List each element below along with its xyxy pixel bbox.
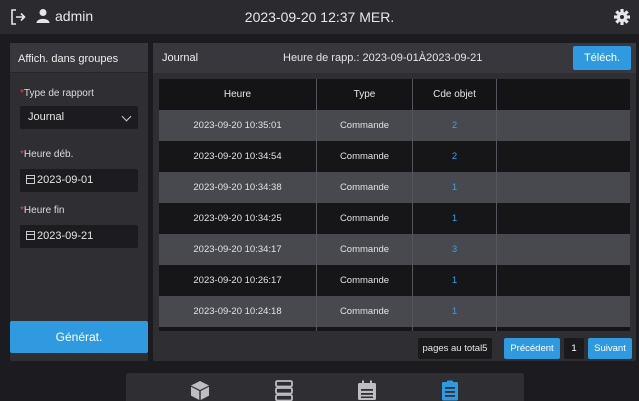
table-row[interactable]: 2023-09-20 10:34:25 Commande 1 xyxy=(159,203,630,234)
calendar-icon xyxy=(26,231,35,240)
table-header: Heure Type Cde objet xyxy=(159,79,630,110)
object-link[interactable]: 2 xyxy=(413,141,497,172)
column-header-extra xyxy=(497,79,630,110)
report-header: Journal Heure de rapp.: 2023-09-01À2023-… xyxy=(153,43,636,73)
datetime: 2023-09-20 12:37 MER. xyxy=(244,9,395,25)
calendar-icon[interactable] xyxy=(357,380,377,401)
chevron-down-icon xyxy=(121,111,132,122)
table-row[interactable] xyxy=(159,327,630,331)
generate-button[interactable]: Générat. xyxy=(10,321,148,353)
report-type-select[interactable]: Journal xyxy=(20,106,138,129)
server-icon[interactable] xyxy=(274,380,294,401)
object-link[interactable]: 1 xyxy=(413,203,497,234)
report-title: Journal xyxy=(162,52,199,64)
panel-title: Affich. dans groupes xyxy=(10,43,148,73)
next-button[interactable]: Suivant xyxy=(588,338,632,359)
cube-icon[interactable] xyxy=(190,380,210,401)
object-link[interactable]: 1 xyxy=(413,265,497,296)
object-link[interactable]: 1 xyxy=(413,172,497,203)
download-button[interactable]: Téléch. xyxy=(573,46,631,70)
bottom-nav xyxy=(126,373,524,401)
object-link[interactable]: 2 xyxy=(413,110,497,141)
log-table[interactable]: Heure Type Cde objet 2023-09-20 10:35:01… xyxy=(159,79,630,331)
column-header-type: Type xyxy=(317,79,413,110)
top-bar: admin 2023-09-20 12:37 MER. xyxy=(0,0,639,34)
object-link[interactable]: 3 xyxy=(413,234,497,265)
report-period: Heure de rapp.: 2023-09-01À2023-09-21 xyxy=(283,52,483,64)
object-link[interactable]: 1 xyxy=(413,296,497,327)
column-header-object: Cde objet xyxy=(413,79,497,110)
report-panel: Journal Heure de rapp.: 2023-09-01À2023-… xyxy=(153,43,636,361)
page-number-input[interactable]: 1 xyxy=(564,338,584,359)
table-row[interactable]: 2023-09-20 10:34:38 Commande 1 xyxy=(159,172,630,203)
table-row[interactable]: 2023-09-20 10:35:01 Commande 2 xyxy=(159,110,630,141)
table-row[interactable]: 2023-09-20 10:34:54 Commande 2 xyxy=(159,141,630,172)
settings-icon[interactable] xyxy=(613,8,631,26)
start-time-label: *Heure déb. xyxy=(20,149,74,160)
table-row[interactable]: 2023-09-20 10:26:17 Commande 1 xyxy=(159,265,630,296)
calendar-icon xyxy=(26,175,35,184)
report-icon[interactable] xyxy=(440,380,460,401)
table-row[interactable]: 2023-09-20 10:34:17 Commande 3 xyxy=(159,234,630,265)
table-row[interactable]: 2023-09-20 10:24:18 Commande 1 xyxy=(159,296,630,327)
end-date-field[interactable]: 2023-09-21 xyxy=(20,225,138,248)
start-date-field[interactable]: 2023-09-01 xyxy=(20,169,138,192)
page-total: pages au total5 xyxy=(418,338,492,359)
report-type-label: *Type de rapport xyxy=(20,88,94,99)
object-link[interactable] xyxy=(413,327,497,331)
report-settings-panel: Affich. dans groupes *Type de rapport Jo… xyxy=(10,43,148,361)
previous-button[interactable]: Précédent xyxy=(504,338,560,359)
column-header-time: Heure xyxy=(159,79,317,110)
end-time-label: *Heure fin xyxy=(20,205,65,216)
